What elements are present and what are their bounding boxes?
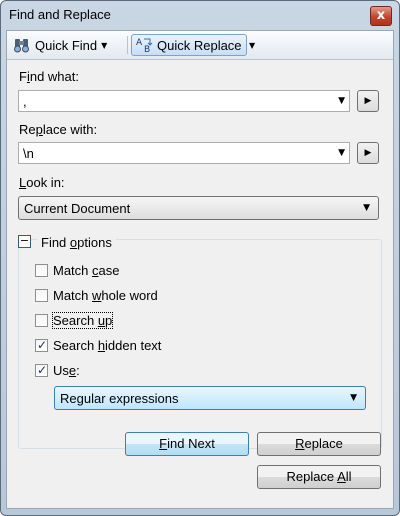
collapse-toggle[interactable]: −	[18, 235, 31, 248]
use-label[interactable]: Use:	[53, 363, 80, 378]
find-what-combobox[interactable]: , ▼	[18, 90, 350, 112]
replace-icon: A B	[135, 36, 153, 55]
search-up-label[interactable]: Search up	[51, 312, 114, 329]
binoculars-icon	[13, 36, 31, 54]
replace-with-combobox[interactable]: \n ▼	[18, 142, 350, 164]
replace-all-button[interactable]: Replace All	[257, 465, 381, 489]
find-expression-builder-button[interactable]: ▶	[357, 90, 379, 112]
toolbar-separator	[127, 36, 128, 54]
search-up-checkbox[interactable]	[35, 314, 48, 327]
replace-button[interactable]: Replace	[257, 432, 381, 456]
look-in-value: Current Document	[24, 201, 131, 216]
chevron-down-icon: ▼	[363, 203, 370, 213]
window-title: Find and Replace	[9, 7, 111, 22]
svg-text:A: A	[136, 38, 143, 48]
use-type-value: Regular expressions	[60, 391, 179, 406]
minus-icon: −	[19, 234, 30, 247]
find-what-value[interactable]: ,	[23, 94, 27, 109]
checkmark-icon: ✓	[37, 338, 48, 352]
look-in-select[interactable]: Current Document ▼	[18, 196, 379, 220]
checkmark-icon: ✓	[37, 363, 48, 377]
triangle-right-icon: ▶	[364, 96, 372, 106]
chevron-down-icon: ▼	[350, 393, 357, 403]
chevron-down-icon[interactable]: ▼	[101, 41, 107, 50]
mode-toolbar: Quick Find ▼ A B Quick Replace ▼	[7, 31, 393, 60]
use-checkbox[interactable]: ✓	[35, 363, 48, 377]
replace-expression-builder-button[interactable]: ▶	[357, 142, 379, 164]
find-next-button[interactable]: Find Next	[125, 432, 249, 456]
quick-replace-label: Quick Replace	[157, 37, 242, 53]
chevron-down-icon[interactable]: ▼	[249, 41, 255, 50]
look-in-label: Look in:	[19, 175, 65, 190]
dialog-client-area: Quick Find ▼ A B Quick Replace ▼ Find wh…	[6, 30, 394, 509]
quick-find-label: Quick Find	[35, 37, 98, 53]
find-what-label: Find what:	[19, 69, 79, 84]
replace-with-label: Replace with:	[19, 122, 98, 137]
chevron-down-icon[interactable]: ▼	[338, 96, 345, 106]
match-whole-word-label[interactable]: Match whole word	[53, 288, 158, 303]
title-bar[interactable]: Find and Replace x	[1, 1, 399, 29]
use-type-select[interactable]: Regular expressions ▼	[54, 386, 366, 410]
match-case-checkbox[interactable]	[35, 264, 48, 277]
quick-find-button[interactable]: Quick Find ▼	[13, 34, 123, 56]
close-icon: x	[376, 8, 386, 23]
chevron-down-icon[interactable]: ▼	[338, 148, 345, 158]
find-options-heading: Find options	[37, 235, 116, 250]
triangle-right-icon: ▶	[364, 148, 372, 158]
search-hidden-text-checkbox[interactable]: ✓	[35, 338, 48, 352]
find-replace-window: Find and Replace x Quick Find ▼ A B Quic…	[0, 0, 400, 516]
close-button[interactable]: x	[370, 6, 392, 26]
quick-replace-button[interactable]: A B Quick Replace	[131, 34, 247, 56]
search-hidden-text-label[interactable]: Search hidden text	[53, 338, 161, 353]
svg-text:B: B	[144, 45, 150, 54]
replace-with-value[interactable]: \n	[23, 146, 34, 161]
match-whole-word-checkbox[interactable]	[35, 289, 48, 302]
match-case-label[interactable]: Match case	[53, 263, 119, 278]
